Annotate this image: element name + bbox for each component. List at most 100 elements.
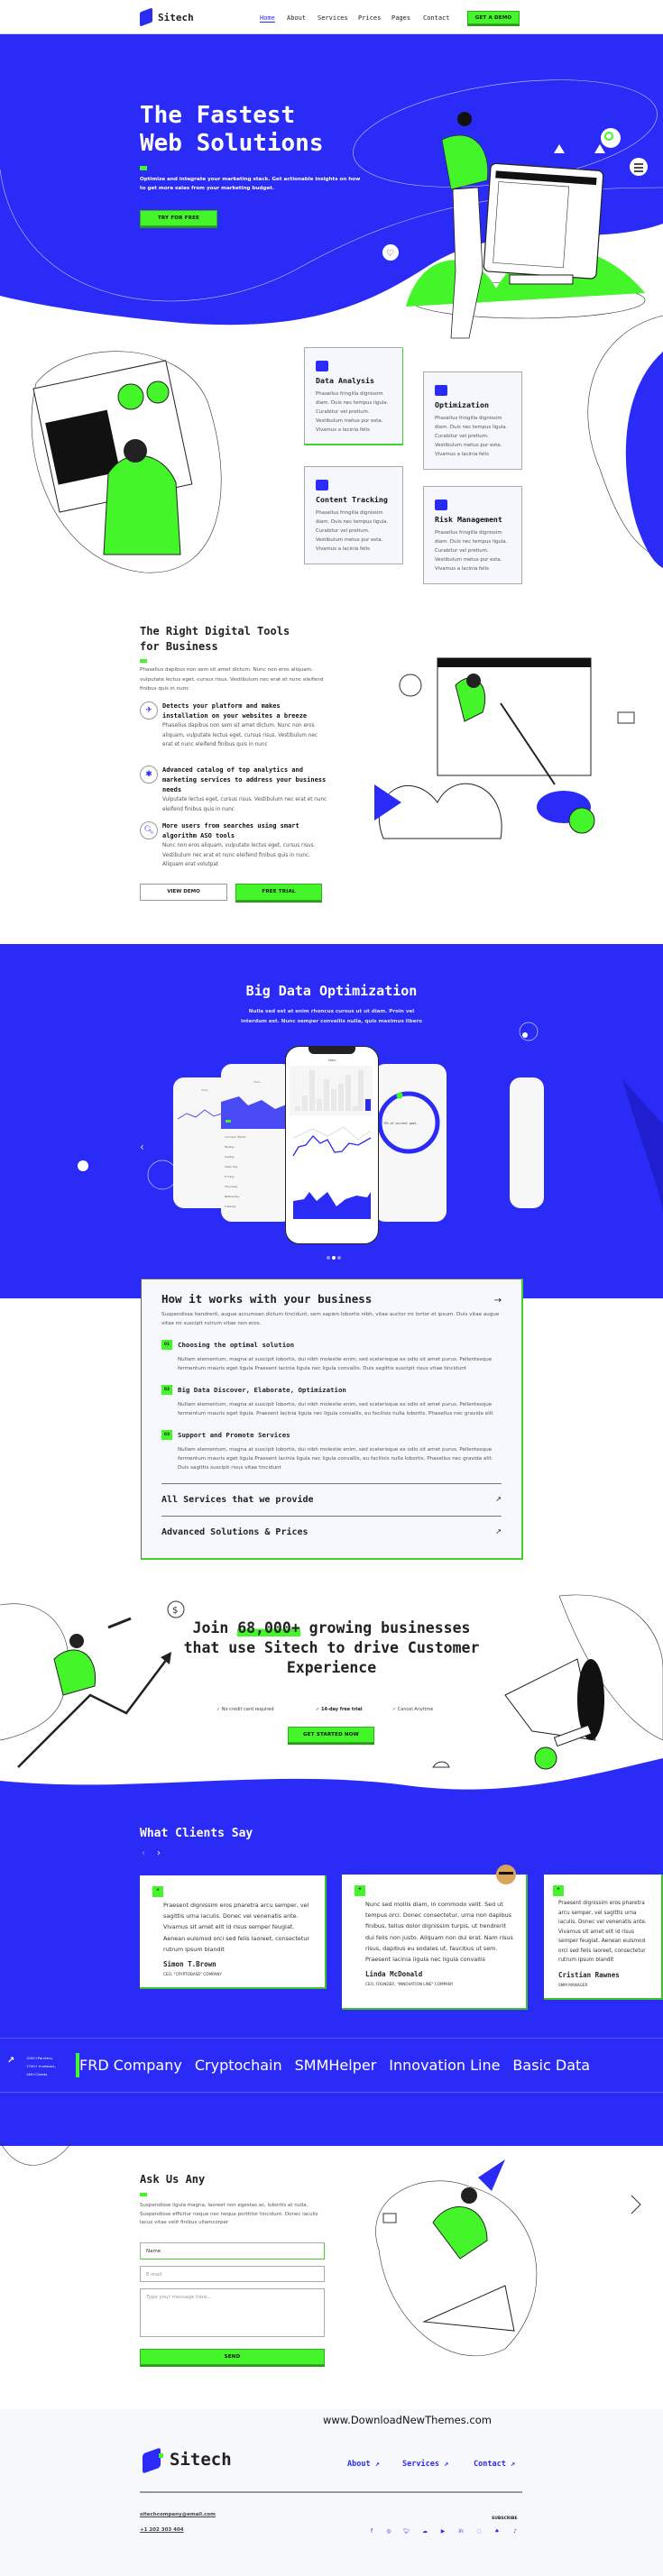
try-free-button[interactable]: TRY FOR FREE [140, 210, 217, 226]
step-number: 03 [161, 1430, 172, 1440]
get-demo-button[interactable]: GET A DEMO [467, 11, 520, 24]
how-step: 02 Big Data Discover, Elaborate, Optimiza… [161, 1380, 502, 1418]
arrow-right-icon[interactable]: → [494, 1296, 502, 1306]
nav-services[interactable]: Services [318, 14, 348, 22]
feature-text: Phasellus fringilla dignissim diam. Duis… [435, 416, 508, 457]
search-icon: 🔍︎ [140, 821, 158, 839]
partner-logo[interactable]: FRD Company [79, 2057, 182, 2074]
contact-text: Suspendisse ligula magna, laoreet non eg… [140, 2203, 318, 2225]
arrow-up-right-icon: ↗ [495, 1495, 502, 1503]
get-started-button[interactable]: GET STARTED NOW [288, 1727, 374, 1743]
footer-email-link[interactable]: sitechcompany@email.com [140, 2512, 216, 2517]
arrow-up-right-icon: ↗ [7, 2056, 15, 2066]
tiktok-icon[interactable]: ♪ [511, 2528, 520, 2535]
clients-title: What Clients Say [140, 1827, 253, 1840]
carousel-dot[interactable] [327, 1256, 330, 1260]
phone-day: Thursday [225, 1185, 238, 1188]
how-intro: Suspendisse hendrerit, augue accumsan di… [161, 1312, 500, 1326]
step-title: Big Data Discover, Elaborate, Optimizati… [178, 1386, 346, 1394]
tools-title-line1: The Right Digital Tools [140, 625, 290, 637]
footer-logo-text[interactable]: Sitech [170, 2450, 232, 2470]
nav-contact[interactable]: Contact [423, 14, 450, 22]
email-input[interactable]: E-mail [140, 2266, 325, 2282]
footer-link-contact[interactable]: Contact ↗ [474, 2460, 515, 2469]
message-textarea[interactable]: Type your message here... [140, 2288, 325, 2337]
phone-mockup: Stats Current Month Monday Sunday Saturd… [221, 1064, 293, 1222]
tools-illustration [374, 657, 635, 839]
feature-card-data-analysis[interactable]: Data Analysis Phasellus fringilla dignis… [304, 347, 403, 445]
how-title: How it works with your business [161, 1292, 373, 1306]
testimonial-text: Praesent dignissim eros pharetra arcu se… [558, 1901, 647, 1963]
feature-card-optimization[interactable]: Optimization Phasellus fringilla digniss… [423, 371, 522, 470]
testimonial-next-icon[interactable]: › [157, 1848, 161, 1858]
footer-divider [140, 2491, 522, 2493]
testimonial-role: CEO, "CRYPTOBASE" COMPANY [163, 1972, 222, 1977]
hero-subtitle: Optimize and integrate your marketing st… [140, 175, 360, 193]
hero-subtitle-line1: Optimize and integrate your marketing st… [140, 177, 361, 182]
stat: 1700+ Investors, [26, 2064, 56, 2068]
link-all-services[interactable]: All Services that we provide ↗ [161, 1483, 502, 1516]
partner-logo[interactable]: Cryptochain [195, 2057, 282, 2074]
twitter-icon[interactable]: 🐦︎ [402, 2528, 411, 2535]
link-advanced-solutions[interactable]: Advanced Solutions & Prices ↗ [161, 1516, 502, 1548]
testimonial-name: Simon T.Brown [163, 1960, 216, 1969]
testimonial-prev-icon[interactable]: ‹ [142, 1848, 145, 1858]
carousel-dot-active[interactable] [332, 1256, 336, 1260]
check-item: ✓ 14-day free trial [316, 1707, 363, 1712]
nav-pages[interactable]: Pages [391, 14, 410, 22]
decorative-blob [587, 316, 663, 568]
partner-logo[interactable]: Innovation Line [389, 2057, 500, 2074]
tool-item: ✱ Advanced catalog of top analytics and … [140, 765, 329, 814]
feature-title: Optimization [435, 400, 489, 409]
bigdata-subtitle-line2: interdum est. Nunc semper convallis null… [241, 1018, 422, 1024]
svg-text:♡: ♡ [386, 249, 394, 259]
logo-text[interactable]: Sitech [158, 12, 194, 23]
view-demo-button[interactable]: VIEW DEMO [140, 884, 227, 901]
logo-icon[interactable] [140, 7, 152, 27]
feature-text: Phasellus fringilla dignissim diam. Duis… [316, 510, 389, 552]
analytics-illustration [31, 351, 222, 573]
footer-link-about[interactable]: About ↗ [347, 2460, 380, 2469]
nav-home[interactable]: Home [260, 14, 275, 23]
partner-logo[interactable]: SMMHelper [295, 2057, 377, 2074]
soundcloud-icon[interactable]: ☁ [420, 2528, 429, 2535]
footer-phone-link[interactable]: +1 202 303 404 [140, 2527, 184, 2533]
how-step: 01 Choosing the optimal solution Nullam el… [161, 1335, 502, 1373]
name-input[interactable]: Name [140, 2242, 325, 2260]
accent-bar [140, 2193, 147, 2196]
instagram-icon[interactable]: ◎ [384, 2528, 393, 2535]
quote-icon: “ [553, 1885, 564, 1896]
facebook-icon[interactable]: f [367, 2528, 376, 2535]
partner-logo[interactable]: Basic Data [512, 2057, 590, 2074]
link-label: About [347, 2460, 371, 2469]
hero-title: The Fastest Web Solutions [140, 102, 324, 158]
phone-day: Sunday [225, 1155, 235, 1159]
feature-card-content-tracking[interactable]: Content Tracking Phasellus fringilla dig… [304, 466, 403, 564]
nav-about[interactable]: About [287, 14, 306, 22]
youtube-icon[interactable]: ▶ [438, 2528, 447, 2535]
carousel-dot[interactable] [337, 1256, 341, 1260]
step-text: Nullam elementum, magna at suscipit lobo… [178, 1357, 493, 1371]
tool-text: Vulputate lectus eget, cursus risus. Ves… [162, 797, 327, 812]
check-label: Cancel Anytime [397, 1707, 434, 1712]
logo-leaf [159, 2453, 163, 2458]
carousel-prev-icon[interactable]: ‹ [140, 1141, 144, 1153]
snapchat-icon[interactable]: ♠ [493, 2528, 502, 2535]
how-step: 03 Support and Promote Services Nullam ele… [161, 1426, 502, 1472]
whatsapp-icon[interactable]: ◌ [474, 2528, 483, 2535]
feature-card-risk-management[interactable]: Risk Management Phasellus fringilla dign… [423, 486, 522, 584]
testimonial-card: “ Praesent dignissim eros pharetra arcu … [544, 1875, 663, 2000]
send-button[interactable]: SEND [140, 2349, 325, 2365]
linkedin-icon[interactable]: in [456, 2528, 465, 2535]
testimonial-text: Praesent dignissim eros pharetra arcu se… [163, 1902, 310, 1953]
tool-title: Advanced catalog of top analytics and ma… [162, 766, 327, 793]
testimonial-name: Cristian Rawnes [558, 1970, 620, 1979]
tool-title: Detects your platform and makes installa… [162, 702, 308, 720]
tool-text: Nunc non eros aliquam, vulputate lectus … [162, 843, 316, 867]
join-illustrations: $ [0, 1594, 663, 1770]
footer-link-services[interactable]: Services ↗ [402, 2460, 448, 2469]
footer [0, 2409, 663, 2576]
free-trial-button[interactable]: FREE TRIAL [235, 884, 322, 901]
nav-prices[interactable]: Prices [358, 14, 381, 22]
user-shield-icon [435, 500, 447, 510]
